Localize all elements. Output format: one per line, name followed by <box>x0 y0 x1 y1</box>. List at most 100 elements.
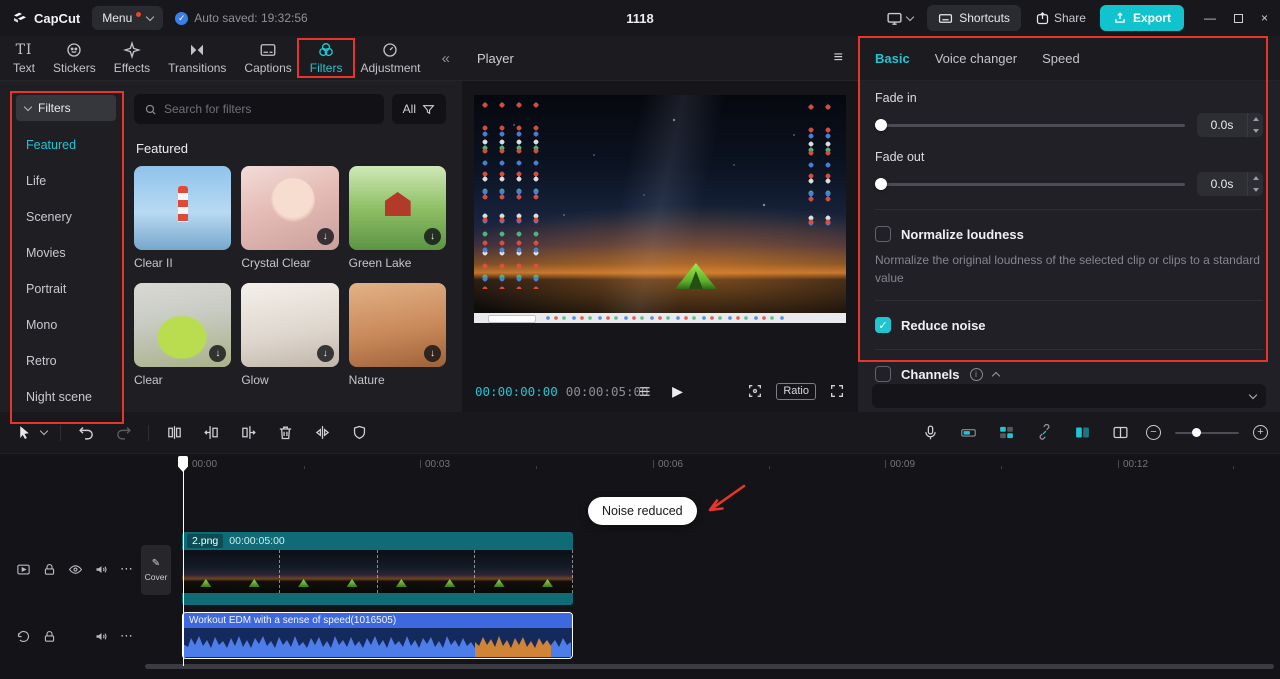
fullscreen-icon[interactable] <box>829 383 845 399</box>
player-stage <box>462 81 858 370</box>
slider-knob[interactable] <box>1191 428 1201 437</box>
filter-card-green-lake[interactable]: ↓ Green Lake <box>348 166 446 270</box>
speaker-icon[interactable] <box>94 562 109 577</box>
sidebar-item-night-scene[interactable]: Night scene <box>16 379 122 415</box>
filter-card-clear[interactable]: ↓ Clear <box>134 283 232 387</box>
delete-button[interactable] <box>273 421 297 445</box>
video-preview[interactable] <box>474 95 846 323</box>
record-voiceover-button[interactable] <box>918 421 942 445</box>
tab-transitions[interactable]: Transitions <box>159 36 235 80</box>
redo-button[interactable] <box>111 421 135 445</box>
eye-icon[interactable] <box>68 562 83 577</box>
auto-snap-button[interactable] <box>994 421 1018 445</box>
effects-icon <box>122 41 141 59</box>
more-icon[interactable]: ⋯ <box>120 561 134 577</box>
frame-select-icon[interactable] <box>747 383 763 399</box>
chevron-up-icon[interactable] <box>991 371 1000 380</box>
maximize-button[interactable] <box>1233 13 1243 23</box>
search-input[interactable] <box>164 102 374 116</box>
link-clips-button[interactable] <box>1032 421 1056 445</box>
chevron-down-icon[interactable] <box>39 426 49 436</box>
mask-button[interactable] <box>347 421 371 445</box>
tab-basic[interactable]: Basic <box>875 51 910 66</box>
select-tool-button[interactable] <box>12 421 36 445</box>
collapse-panel-icon[interactable]: « <box>442 50 462 67</box>
video-clip[interactable]: 2.png 00:00:05:00 <box>182 532 573 605</box>
step-down-icon[interactable] <box>1248 125 1263 137</box>
play-button[interactable]: ▶ <box>672 383 683 400</box>
delete-left-button[interactable] <box>199 421 223 445</box>
divider <box>875 300 1263 301</box>
fade-in-value[interactable]: 0.0s <box>1197 118 1247 132</box>
menu-button[interactable]: Menu <box>92 6 164 30</box>
timeline-horizontal-scrollbar[interactable] <box>145 664 1274 669</box>
player-menu-icon[interactable]: ≡ <box>834 49 843 67</box>
minimize-button[interactable]: — <box>1204 11 1216 25</box>
sidebar-item-featured[interactable]: Featured <box>16 127 122 163</box>
step-down-icon[interactable] <box>1248 184 1263 196</box>
slider-knob[interactable] <box>875 119 887 131</box>
tab-filters[interactable]: Filters <box>296 36 356 80</box>
playhead[interactable] <box>178 456 188 666</box>
tab-speed[interactable]: Speed <box>1042 51 1080 66</box>
track-visibility-icon[interactable] <box>16 562 31 577</box>
collapsed-dropdown[interactable] <box>872 384 1266 408</box>
slider-knob[interactable] <box>875 178 887 190</box>
sidebar-item-mono[interactable]: Mono <box>16 307 122 343</box>
loop-icon[interactable] <box>16 629 31 644</box>
filters-root-dropdown[interactable]: Filters <box>16 95 116 121</box>
close-button[interactable]: × <box>1261 11 1268 25</box>
sidebar-item-life[interactable]: Life <box>16 163 122 199</box>
main-track-magnet-button[interactable] <box>956 421 980 445</box>
filter-card-glow[interactable]: ↓ Glow <box>241 283 339 387</box>
zoom-out-icon[interactable]: − <box>1146 425 1161 440</box>
lock-icon[interactable] <box>42 562 57 577</box>
fade-out-slider[interactable] <box>875 177 1185 191</box>
tab-captions[interactable]: Captions <box>235 36 300 80</box>
split-button[interactable] <box>162 421 186 445</box>
zoom-in-icon[interactable]: + <box>1253 425 1268 440</box>
ratio-button[interactable]: Ratio <box>776 382 816 400</box>
tab-voice-changer[interactable]: Voice changer <box>935 51 1017 66</box>
sidebar-item-movies[interactable]: Movies <box>16 235 122 271</box>
step-up-icon[interactable] <box>1248 172 1263 184</box>
share-button[interactable]: Share <box>1035 11 1086 26</box>
delete-right-button[interactable] <box>236 421 260 445</box>
tab-stickers[interactable]: Stickers <box>44 36 105 80</box>
reduce-noise-checkbox[interactable] <box>875 317 891 333</box>
step-up-icon[interactable] <box>1248 113 1263 125</box>
filter-card-crystal-clear[interactable]: ↓ Crystal Clear <box>241 166 339 270</box>
display-device-button[interactable] <box>886 10 915 27</box>
frame-list-icon[interactable] <box>637 384 652 399</box>
filter-all-button[interactable]: All <box>391 94 446 124</box>
audio-clip[interactable]: Workout EDM with a sense of speed(101650… <box>182 612 573 659</box>
cover-button[interactable]: ✎ Cover <box>141 545 171 595</box>
info-icon[interactable]: i <box>969 367 983 381</box>
filter-thumbnail: ↓ <box>134 283 232 367</box>
fade-out-value[interactable]: 0.0s <box>1197 177 1247 191</box>
timeline-zoom-slider[interactable] <box>1175 427 1239 439</box>
menu-notification-dot <box>136 11 142 17</box>
sidebar-item-retro[interactable]: Retro <box>16 343 122 379</box>
normalize-loudness-checkbox[interactable] <box>875 226 891 242</box>
mirror-button[interactable] <box>310 421 334 445</box>
undo-button[interactable] <box>74 421 98 445</box>
sidebar-item-scenery[interactable]: Scenery <box>16 199 122 235</box>
lock-icon[interactable] <box>42 629 57 644</box>
speaker-icon[interactable] <box>94 629 109 644</box>
menu-label: Menu <box>102 11 133 25</box>
tab-text[interactable]: TI Text <box>4 36 44 80</box>
tab-effects[interactable]: Effects <box>105 36 159 80</box>
export-button[interactable]: Export <box>1099 5 1184 31</box>
preview-axis-button[interactable] <box>1108 421 1132 445</box>
timeline-ruler[interactable]: 00:00 00:03 00:06 00:09 00:12 <box>0 454 1280 476</box>
filter-card-clear-ii[interactable]: Clear II <box>134 166 232 270</box>
sidebar-item-portrait[interactable]: Portrait <box>16 271 122 307</box>
channels-checkbox[interactable] <box>875 366 891 382</box>
fade-in-slider[interactable] <box>875 118 1185 132</box>
shortcuts-button[interactable]: Shortcuts <box>927 5 1021 31</box>
multi-track-view-button[interactable] <box>1070 421 1094 445</box>
tab-adjustment[interactable]: Adjustment <box>351 36 429 80</box>
more-icon[interactable]: ⋯ <box>120 628 134 644</box>
filter-card-nature[interactable]: ↓ Nature <box>348 283 446 387</box>
